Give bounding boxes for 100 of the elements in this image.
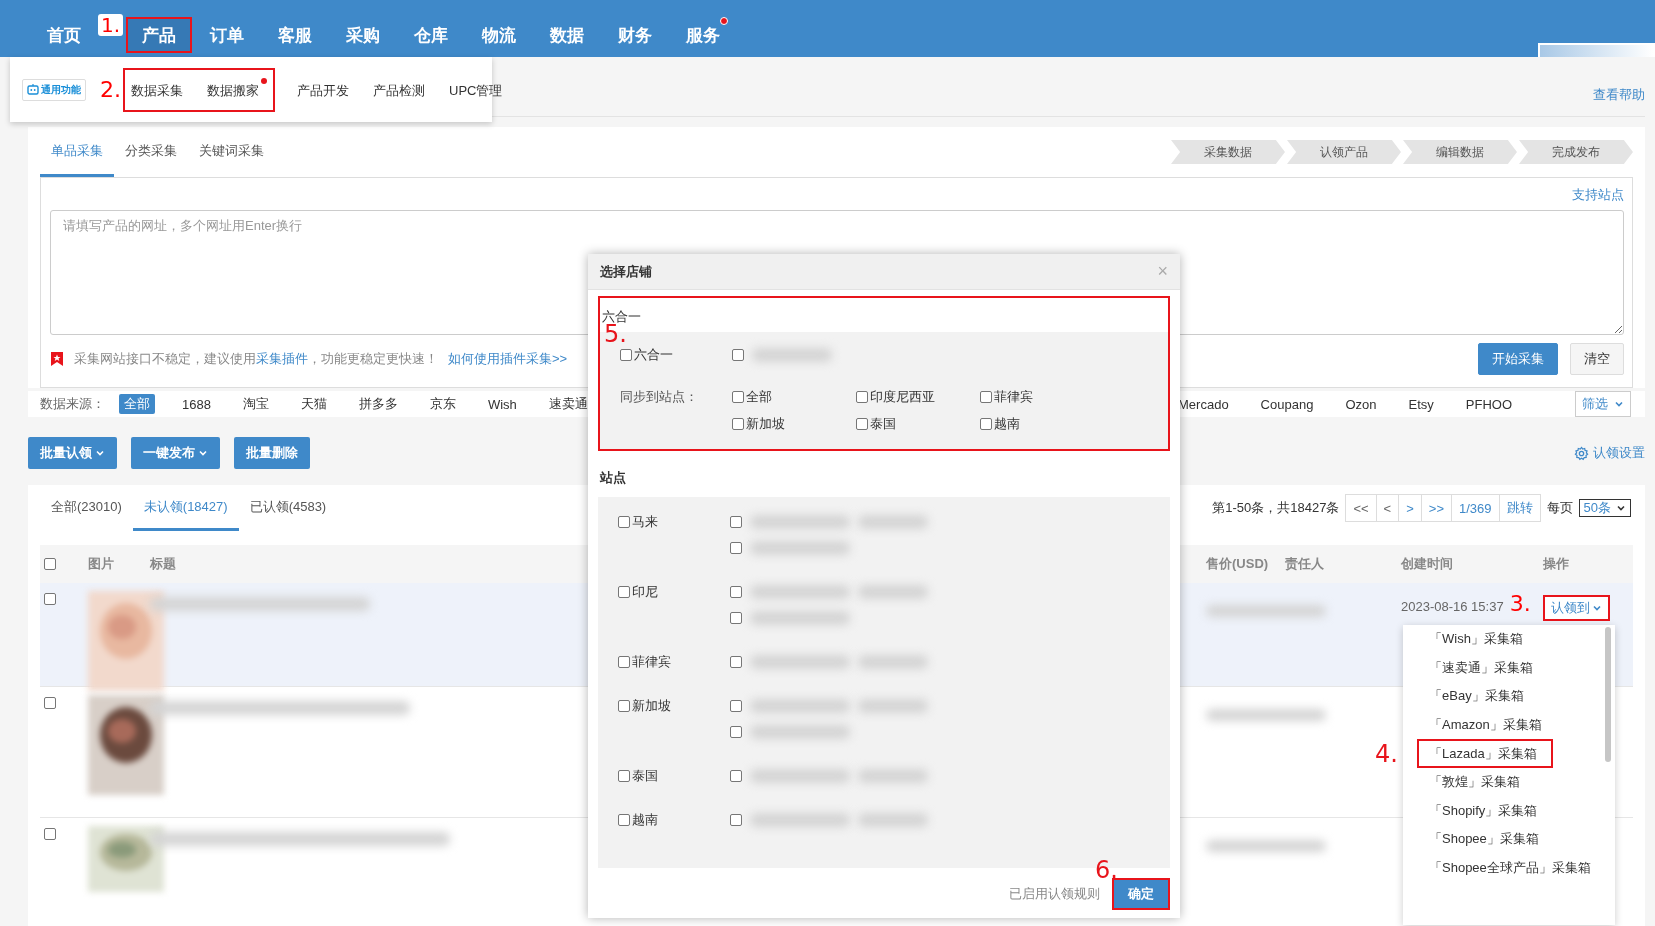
menu-item[interactable]: 「Shopee全球产品」采集箱 (1417, 853, 1607, 883)
claim-settings-link[interactable]: 认领设置 (1574, 444, 1645, 462)
tab[interactable]: 全部(23010) (40, 485, 133, 531)
source-filter[interactable]: PFHOO (1460, 395, 1517, 413)
confirm-button[interactable]: 确定 (1112, 878, 1170, 910)
checkbox[interactable]: 印度尼西亚 (856, 386, 980, 408)
checkbox[interactable] (732, 349, 744, 361)
menu-item[interactable]: 「Amazon」采集箱 (1417, 710, 1558, 740)
settings-icon (1574, 445, 1589, 461)
pager-button[interactable]: 1/369 (1452, 495, 1500, 521)
checkbox[interactable]: 全部 (732, 386, 856, 408)
page-size-select[interactable]: 50条 (1578, 499, 1631, 517)
checkbox[interactable] (730, 542, 742, 554)
checkbox[interactable] (44, 828, 56, 840)
nav-tab[interactable]: 物流 (466, 17, 533, 53)
sync-label: 同步到站点： (620, 388, 699, 406)
checkbox[interactable]: 越南 (618, 809, 730, 831)
submenu-item[interactable]: 数据采集 (131, 77, 191, 102)
checkbox[interactable]: 新加坡 (732, 413, 856, 435)
column-header: 责任人 (1285, 555, 1325, 573)
start-button[interactable]: 开始采集 (1478, 343, 1558, 375)
menu-item[interactable]: 「速卖通」采集箱 (1417, 653, 1549, 683)
checkbox[interactable] (730, 586, 742, 598)
pager-button[interactable]: > (1399, 495, 1422, 521)
submenu-item[interactable]: UPC管理 (449, 77, 511, 102)
checkbox[interactable]: 菲律宾 (980, 386, 1104, 408)
nav-tab[interactable]: 客服 (262, 17, 329, 53)
pager-button[interactable]: >> (1421, 495, 1452, 521)
menu-item[interactable]: 「Wish」采集箱 (1417, 625, 1547, 654)
checkbox[interactable] (730, 814, 742, 826)
progress-step: 认领产品 (1287, 140, 1401, 164)
submenu-item[interactable]: 产品开发 (297, 77, 357, 102)
menu-item[interactable]: 「eBay」采集箱 (1417, 682, 1547, 711)
filter-select[interactable]: 筛选 (1575, 391, 1631, 417)
bulk-action-button[interactable]: 一键发布 (131, 437, 220, 469)
nav-tab[interactable]: 订单 (194, 17, 261, 53)
pager-button[interactable]: 跳转 (1499, 495, 1540, 521)
scrollbar[interactable] (1605, 627, 1611, 762)
menu-item[interactable]: 「敦煌」采集箱 (1417, 767, 1547, 797)
checkbox[interactable] (730, 770, 742, 782)
section-title: 六合一 (601, 308, 642, 324)
nav-tab[interactable]: 服务 (670, 17, 737, 53)
checkbox[interactable] (730, 612, 742, 624)
bulk-action-button[interactable]: 批量删除 (234, 437, 310, 469)
per-page-label: 每页 (1546, 499, 1573, 517)
tab[interactable]: 单品采集 (40, 127, 114, 177)
checkbox[interactable]: 泰国 (856, 413, 980, 435)
submenu-item[interactable]: 数据搬家 (207, 77, 267, 102)
submenu-item[interactable]: 产品检测 (373, 77, 433, 102)
help-link[interactable]: 查看帮助 (1593, 86, 1645, 104)
caret-icon (1592, 603, 1602, 613)
nav-tab[interactable]: 数据 (534, 17, 601, 53)
nav-tab[interactable]: 财务 (602, 17, 669, 53)
column-header: 操作 (1543, 555, 1570, 573)
checkbox[interactable]: 六合一 (620, 344, 732, 366)
tab[interactable]: 关键词采集 (188, 127, 275, 177)
source-filter[interactable]: 1688 (177, 395, 216, 413)
menu-item[interactable]: 「Shopee」采集箱 (1417, 825, 1555, 854)
nav-tab[interactable]: 采购 (330, 17, 397, 53)
source-filter[interactable]: Coupang (1255, 395, 1319, 413)
source-filter[interactable]: Wish (482, 395, 522, 413)
checkbox[interactable] (44, 558, 56, 570)
checkbox[interactable] (44, 697, 56, 709)
caret-icon (1614, 399, 1624, 409)
checkbox[interactable] (730, 700, 742, 712)
source-filter[interactable]: 全部 (119, 394, 155, 414)
checkbox[interactable]: 马来 (618, 511, 730, 533)
checkbox[interactable]: 印尼 (618, 581, 730, 603)
source-filter[interactable]: 京东 (424, 394, 461, 414)
nav-tab[interactable]: 仓库 (398, 17, 465, 53)
progress-step: 采集数据 (1171, 140, 1285, 164)
source-filter[interactable]: Etsy (1403, 395, 1439, 413)
nav-tab[interactable]: 产品 (126, 17, 193, 53)
checkbox[interactable]: 泰国 (618, 765, 730, 787)
source-filter[interactable]: 淘宝 (237, 394, 274, 414)
source-filter[interactable]: Ozon (1340, 395, 1382, 413)
menu-item[interactable]: 「Shopify」采集箱 (1417, 796, 1554, 826)
bulk-action-button[interactable]: 批量认领 (28, 437, 117, 469)
feature-badge[interactable]: 通用功能 (22, 78, 86, 101)
step-number: 3. (1509, 593, 1531, 615)
tab[interactable]: 已认领(4583) (238, 485, 338, 531)
checkbox[interactable] (730, 516, 742, 528)
clear-button[interactable]: 清空 (1570, 343, 1624, 375)
checkbox[interactable] (730, 726, 742, 738)
checkbox[interactable]: 菲律宾 (618, 651, 730, 673)
progress-step: 编辑数据 (1403, 140, 1517, 164)
checkbox[interactable]: 新加坡 (618, 695, 730, 717)
tab[interactable]: 分类采集 (114, 127, 188, 177)
tab[interactable]: 未认领(18427) (132, 485, 239, 531)
support-link[interactable]: 支持站点 (1572, 186, 1624, 204)
plugin-link[interactable]: 采集插件 (256, 351, 308, 366)
checkbox[interactable] (730, 656, 742, 668)
checkbox[interactable]: 越南 (980, 413, 1104, 435)
source-filter[interactable]: 拼多多 (353, 394, 403, 414)
guide-link[interactable]: 如何使用插件采集>> (448, 350, 568, 368)
claim-dropdown-button[interactable]: 认领到 (1543, 595, 1610, 621)
source-filter[interactable]: 天猫 (295, 394, 332, 414)
checkbox[interactable] (44, 593, 56, 605)
nav-tab[interactable]: 首页 (31, 17, 97, 53)
page-range-text: 第1-50条，共18427条 (1212, 499, 1340, 517)
